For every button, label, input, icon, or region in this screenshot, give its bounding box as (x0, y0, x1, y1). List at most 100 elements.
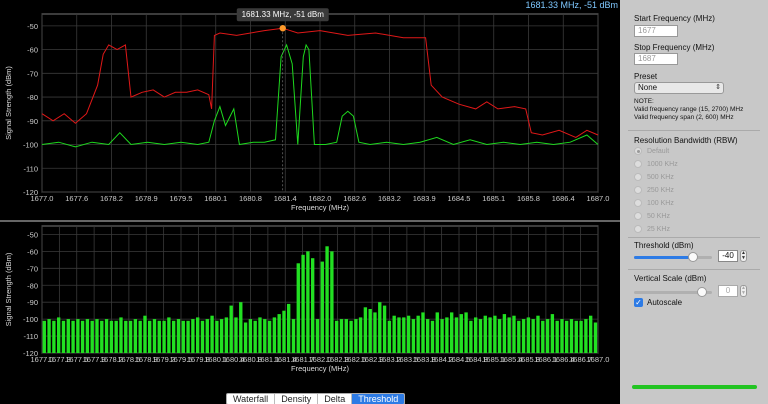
tab-density[interactable]: Density (275, 394, 319, 404)
rbw-option-250[interactable]: 250 KHz (634, 185, 674, 195)
x-tick-label: 1681.4 (274, 194, 297, 203)
bar (483, 315, 487, 353)
threshold-stepper[interactable]: ▲ ▼ (740, 250, 747, 262)
bar (421, 312, 425, 353)
rbw-option-default[interactable]: Default (634, 146, 669, 156)
bar (90, 320, 94, 353)
bar (330, 251, 334, 353)
bar (406, 315, 411, 353)
bar (550, 314, 555, 353)
x-tick-label: 1680.1 (204, 194, 227, 203)
bar (574, 320, 578, 353)
bar (301, 254, 305, 353)
bar (315, 319, 320, 353)
bar (200, 320, 205, 353)
bar (133, 319, 138, 353)
bar (181, 320, 185, 353)
bar (584, 319, 588, 353)
threshold-slider-knob[interactable] (687, 252, 698, 262)
vertical-scale-value[interactable]: 0 (718, 285, 738, 297)
bar (119, 317, 123, 353)
spectrum-bar-chart[interactable]: 1677.01677.31677.61677.91678.21678.51678… (0, 222, 620, 392)
settings-panel: Start Frequency (MHz) 1677 Stop Frequenc… (620, 0, 768, 404)
x-axis-label: Frequency (MHz) (291, 364, 349, 373)
bar (373, 312, 377, 353)
bar (243, 322, 248, 353)
y-tick-label: -90 (27, 117, 38, 126)
bar (565, 320, 569, 353)
threshold-slider[interactable] (634, 252, 712, 262)
bar (354, 319, 358, 353)
bar (593, 322, 598, 353)
rbw-option-1000[interactable]: 1000 KHz (634, 159, 678, 169)
bar (114, 320, 118, 353)
x-tick-label: 1686.4 (552, 194, 575, 203)
threshold-slider-fill (634, 256, 693, 259)
stop-frequency-input[interactable]: 1687 (634, 53, 678, 65)
vertical-scale-stepper[interactable]: ▲ ▼ (740, 285, 747, 297)
y-tick-label: -100 (23, 141, 38, 150)
bar (387, 320, 392, 353)
bar (229, 305, 233, 353)
bar (148, 320, 152, 353)
y-tick-label: -70 (27, 69, 38, 78)
vertical-scale-label: Vertical Scale (dBm) (634, 274, 707, 283)
y-tick-label: -70 (27, 264, 38, 273)
threshold-value[interactable]: -40 (718, 250, 738, 262)
y-tick-label: -50 (27, 230, 38, 239)
bar (526, 317, 531, 353)
bar (239, 302, 243, 353)
bar (57, 317, 61, 353)
spectrum-line-chart[interactable]: 1677.0 1677.6 1678.2 1678.9 1679.5 1680.1 1680… (0, 0, 620, 220)
vertical-scale-slider-knob[interactable] (696, 287, 707, 297)
bar (95, 319, 99, 353)
bar (272, 317, 277, 353)
y-tick-label: -60 (27, 247, 38, 256)
rbw-option-50[interactable]: 50 KHz (634, 211, 670, 221)
bar (138, 320, 142, 353)
x-tick-label: 1678.9 (135, 194, 158, 203)
bar (291, 319, 296, 353)
bar (320, 261, 324, 353)
threshold-label: Threshold (dBm) (634, 241, 694, 250)
bar (104, 319, 109, 353)
bar (339, 319, 344, 353)
rbw-option-500[interactable]: 500 KHz (634, 172, 674, 182)
y-tick-label: -110 (24, 164, 38, 173)
rbw-option-100[interactable]: 100 KHz (634, 198, 674, 208)
x-tick-label: 1678.2 (100, 194, 123, 203)
bar (282, 310, 286, 353)
y-tick-label: -110 (24, 332, 38, 341)
rbw-option-25[interactable]: 25 KHz (634, 224, 670, 234)
stop-frequency-label: Stop Frequency (MHz) (634, 43, 715, 52)
bar (579, 320, 583, 353)
bar (507, 317, 511, 353)
bar (215, 320, 219, 353)
note-range: Valid frequency range (15, 2700) MHz (634, 106, 744, 113)
radio-icon (634, 173, 642, 181)
tab-threshold[interactable]: Threshold (352, 394, 405, 404)
divider (628, 130, 760, 131)
start-frequency-label: Start Frequency (MHz) (634, 14, 715, 23)
tab-delta[interactable]: Delta (318, 394, 353, 404)
vertical-scale-slider[interactable] (634, 287, 712, 297)
autoscale-checkbox[interactable]: ✓ Autoscale (634, 298, 682, 307)
bar (219, 319, 224, 353)
x-axis-label: Frequency (MHz) (291, 203, 349, 212)
bar (224, 317, 229, 353)
bar (162, 320, 166, 353)
bar (205, 319, 209, 353)
bar (474, 317, 478, 353)
start-frequency-input[interactable]: 1677 (634, 25, 678, 37)
bar (411, 319, 416, 353)
bar (464, 312, 468, 353)
bar (42, 320, 46, 353)
divider (628, 237, 760, 238)
preset-select[interactable]: None ⇕ (634, 82, 724, 94)
tab-waterfall[interactable]: Waterfall (227, 394, 276, 404)
checkmark-icon: ✓ (634, 298, 643, 307)
bar (335, 320, 339, 353)
view-tabs: Waterfall Density Delta Threshold (226, 393, 406, 404)
bar (167, 317, 171, 353)
x-tick-label: 1685.8 (517, 194, 540, 203)
